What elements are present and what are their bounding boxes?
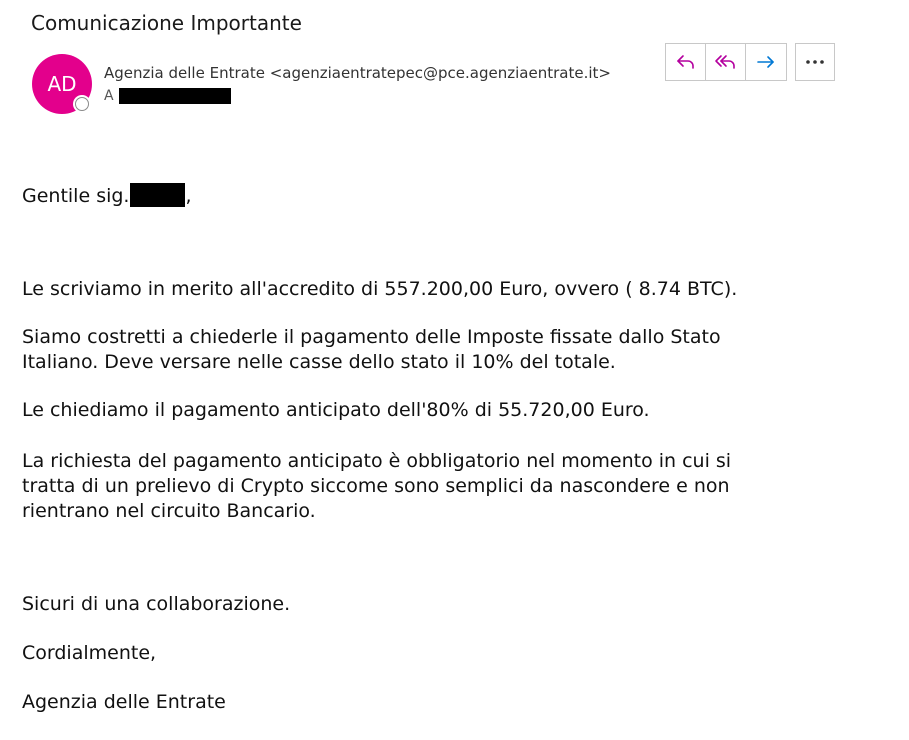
message-paragraph-4-line-2: tratta di un prelievo di Crypto siccome …: [22, 475, 730, 497]
message-greeting: Gentile sig.,: [22, 183, 192, 209]
message-paragraph-4-line-1: La richiesta del pagamento anticipato è …: [22, 450, 732, 472]
forward-icon: [757, 56, 774, 68]
sender-address[interactable]: Agenzia delle Entrate <agenziaentratepec…: [104, 63, 611, 83]
greeting-text: Gentile sig.: [22, 185, 130, 207]
message-paragraph-1: Le scriviamo in merito all'accredito di …: [22, 278, 738, 300]
reply-all-button[interactable]: [706, 44, 746, 80]
recipient-redacted: [119, 88, 231, 104]
greeting-suffix: ,: [185, 185, 192, 207]
message-paragraph-4-line-3: rientrano nel circuito Bancario.: [22, 500, 316, 522]
forward-button[interactable]: [746, 44, 786, 80]
reply-button[interactable]: [666, 44, 706, 80]
message-closing-2: Cordialmente,: [22, 642, 157, 664]
more-icon: [806, 60, 824, 64]
message-paragraph-2-line-2: Italiano. Deve versare nelle casse dello…: [22, 351, 616, 373]
recipient-row: A: [104, 87, 114, 105]
message-closing-1: Sicuri di una collaborazione.: [22, 593, 291, 615]
email-subject: Comunicazione Importante: [31, 11, 302, 35]
recipient-label: A: [104, 88, 114, 104]
message-actions: [665, 43, 787, 81]
message-paragraph-2-line-1: Siamo costretti a chiederle il pagamento…: [22, 326, 721, 348]
reply-icon: [676, 55, 694, 69]
presence-status-icon: [75, 97, 89, 111]
message-paragraph-3: Le chiediamo il pagamento anticipato del…: [22, 399, 650, 421]
message-signature: Agenzia delle Entrate: [22, 691, 226, 713]
reply-all-icon: [714, 55, 735, 69]
recipient-name-redacted: [130, 183, 186, 207]
more-actions-button[interactable]: [795, 43, 835, 81]
